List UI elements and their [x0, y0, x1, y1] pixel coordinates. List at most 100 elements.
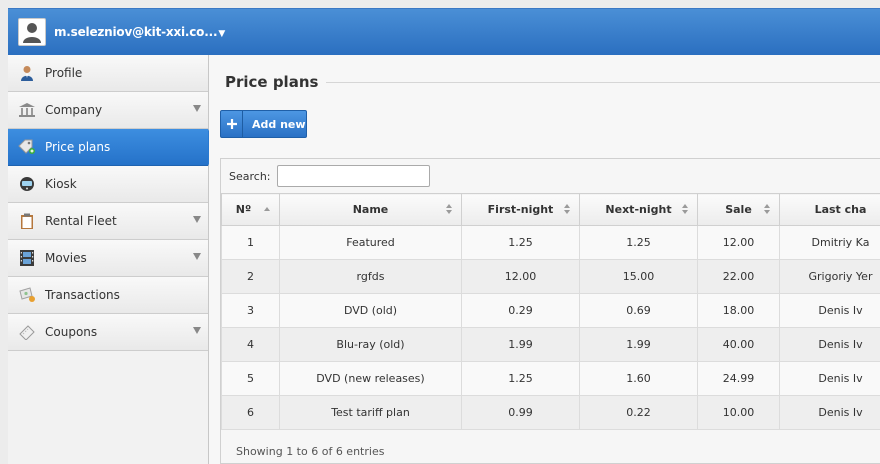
table-info: Showing 1 to 6 of 6 entries: [236, 445, 385, 458]
sidebar-item-label: Company: [45, 103, 103, 117]
person-icon: [18, 64, 36, 82]
cell-sale: 24.99: [697, 361, 780, 396]
sidebar: Profile Company Price plans Kiosk Rental…: [8, 55, 217, 464]
sidebar-item-label: Coupons: [45, 325, 98, 339]
sidebar-item-label: Transactions: [45, 288, 120, 302]
add-new-button[interactable]: Add new: [220, 110, 307, 138]
cell-number: 1: [221, 225, 280, 260]
film-icon: [18, 249, 36, 267]
money-icon: [18, 286, 36, 304]
sidebar-item-label: Kiosk: [45, 177, 77, 191]
cell-sale: 10.00: [697, 395, 780, 430]
cell-number: 6: [221, 395, 280, 430]
chevron-down-icon[interactable]: ▼: [218, 29, 225, 39]
cell-last-changed: Grigoriy Yer: [779, 259, 880, 294]
column-header-label: Next-night: [605, 203, 672, 216]
sidebar-item-label: Profile: [45, 66, 83, 80]
cell-sale: 22.00: [697, 259, 780, 294]
sidebar-item-company[interactable]: Company: [8, 92, 208, 129]
sort-icon: [682, 204, 689, 216]
sort-icon: [564, 204, 571, 216]
sort-icon: [446, 204, 453, 216]
cell-name: rgfds: [279, 259, 462, 294]
cell-first-night: 12.00: [461, 259, 580, 294]
plus-icon: [221, 111, 243, 137]
cell-first-night: 1.25: [461, 225, 580, 260]
cell-next-night: 1.25: [579, 225, 698, 260]
table-row[interactable]: 3 DVD (old) 0.29 0.69 18.00 Denis Iv: [221, 293, 880, 328]
column-header-first-night[interactable]: First-night: [461, 193, 580, 226]
cell-name: Featured: [279, 225, 462, 260]
user-menu[interactable]: m.selezniov@kit-xxi.co... ▼: [18, 18, 225, 46]
sidebar-item-label: Price plans: [45, 140, 111, 154]
cell-next-night: 15.00: [579, 259, 698, 294]
cell-name: DVD (old): [279, 293, 462, 328]
sidebar-item-transactions[interactable]: Transactions: [8, 277, 208, 314]
cell-last-changed: Dmitriy Ka: [779, 225, 880, 260]
cell-next-night: 1.99: [579, 327, 698, 362]
price-plans-table-panel: Search: Nº Name First-night Next-night S…: [220, 158, 880, 464]
user-avatar-icon: [18, 18, 46, 46]
sidebar-item-profile[interactable]: Profile: [8, 55, 208, 92]
column-header-label: First-night: [487, 203, 554, 216]
column-header-label: Sale: [725, 203, 752, 216]
cell-number: 3: [221, 293, 280, 328]
column-header-label: Last cha: [814, 203, 867, 216]
sidebar-item-price-plans[interactable]: Price plans: [8, 129, 217, 166]
column-header-number[interactable]: Nº: [221, 193, 280, 226]
cell-number: 4: [221, 327, 280, 362]
column-header-name[interactable]: Name: [279, 193, 462, 226]
column-header-sale[interactable]: Sale: [697, 193, 780, 226]
add-new-label: Add new: [252, 117, 306, 131]
cell-last-changed: Denis Iv: [779, 293, 880, 328]
bank-icon: [18, 101, 36, 119]
sidebar-item-rental-fleet[interactable]: Rental Fleet: [8, 203, 208, 240]
search-label: Search:: [229, 169, 271, 183]
price-tag-icon: [18, 138, 36, 156]
sort-icon: [764, 204, 771, 216]
cell-last-changed: Denis Iv: [779, 361, 880, 396]
sidebar-item-movies[interactable]: Movies: [8, 240, 208, 277]
cell-next-night: 0.22: [579, 395, 698, 430]
table-row[interactable]: 6 Test tariff plan 0.99 0.22 10.00 Denis…: [221, 395, 880, 430]
main-content: Price plans Add new Search: Nº Name Firs…: [209, 55, 880, 464]
page-title: Price plans: [225, 73, 327, 91]
sidebar-item-label: Rental Fleet: [45, 214, 117, 228]
cell-name: Test tariff plan: [279, 395, 462, 430]
cell-sale: 40.00: [697, 327, 780, 362]
sort-asc-icon: [264, 204, 271, 216]
top-bar: m.selezniov@kit-xxi.co... ▼: [8, 8, 880, 55]
chevron-down-icon: [193, 327, 201, 334]
chevron-down-icon: [193, 105, 201, 112]
kiosk-icon: [18, 175, 36, 193]
cell-next-night: 0.69: [579, 293, 698, 328]
user-name[interactable]: m.selezniov@kit-xxi.co...: [54, 25, 218, 39]
cell-next-night: 1.60: [579, 361, 698, 396]
search-row: Search:: [229, 165, 430, 187]
cell-first-night: 0.29: [461, 293, 580, 328]
cell-sale: 18.00: [697, 293, 780, 328]
chevron-down-icon: [193, 216, 201, 223]
column-header-label: Nº: [235, 203, 252, 216]
search-input[interactable]: [276, 165, 430, 187]
table-header-row: Nº Name First-night Next-night Sale Last…: [221, 193, 880, 226]
cell-first-night: 0.99: [461, 395, 580, 430]
column-header-last-changed[interactable]: Last cha: [779, 193, 880, 226]
cell-name: Blu-ray (old): [279, 327, 462, 362]
sidebar-item-kiosk[interactable]: Kiosk: [8, 166, 208, 203]
clipboard-icon: [18, 212, 36, 230]
cell-number: 2: [221, 259, 280, 294]
table-row[interactable]: 4 Blu-ray (old) 1.99 1.99 40.00 Denis Iv: [221, 327, 880, 362]
column-header-next-night[interactable]: Next-night: [579, 193, 698, 226]
cell-first-night: 1.25: [461, 361, 580, 396]
sidebar-item-coupons[interactable]: Coupons: [8, 314, 208, 351]
price-plans-table: Nº Name First-night Next-night Sale Last…: [221, 193, 880, 430]
table-row[interactable]: 1 Featured 1.25 1.25 12.00 Dmitriy Ka: [221, 225, 880, 260]
cell-first-night: 1.99: [461, 327, 580, 362]
cell-sale: 12.00: [697, 225, 780, 260]
table-row[interactable]: 2 rgfds 12.00 15.00 22.00 Grigoriy Yer: [221, 259, 880, 294]
table-row[interactable]: 5 DVD (new releases) 1.25 1.60 24.99 Den…: [221, 361, 880, 396]
column-header-label: Name: [352, 203, 389, 216]
sidebar-item-label: Movies: [45, 251, 87, 265]
coupon-icon: [18, 323, 36, 341]
